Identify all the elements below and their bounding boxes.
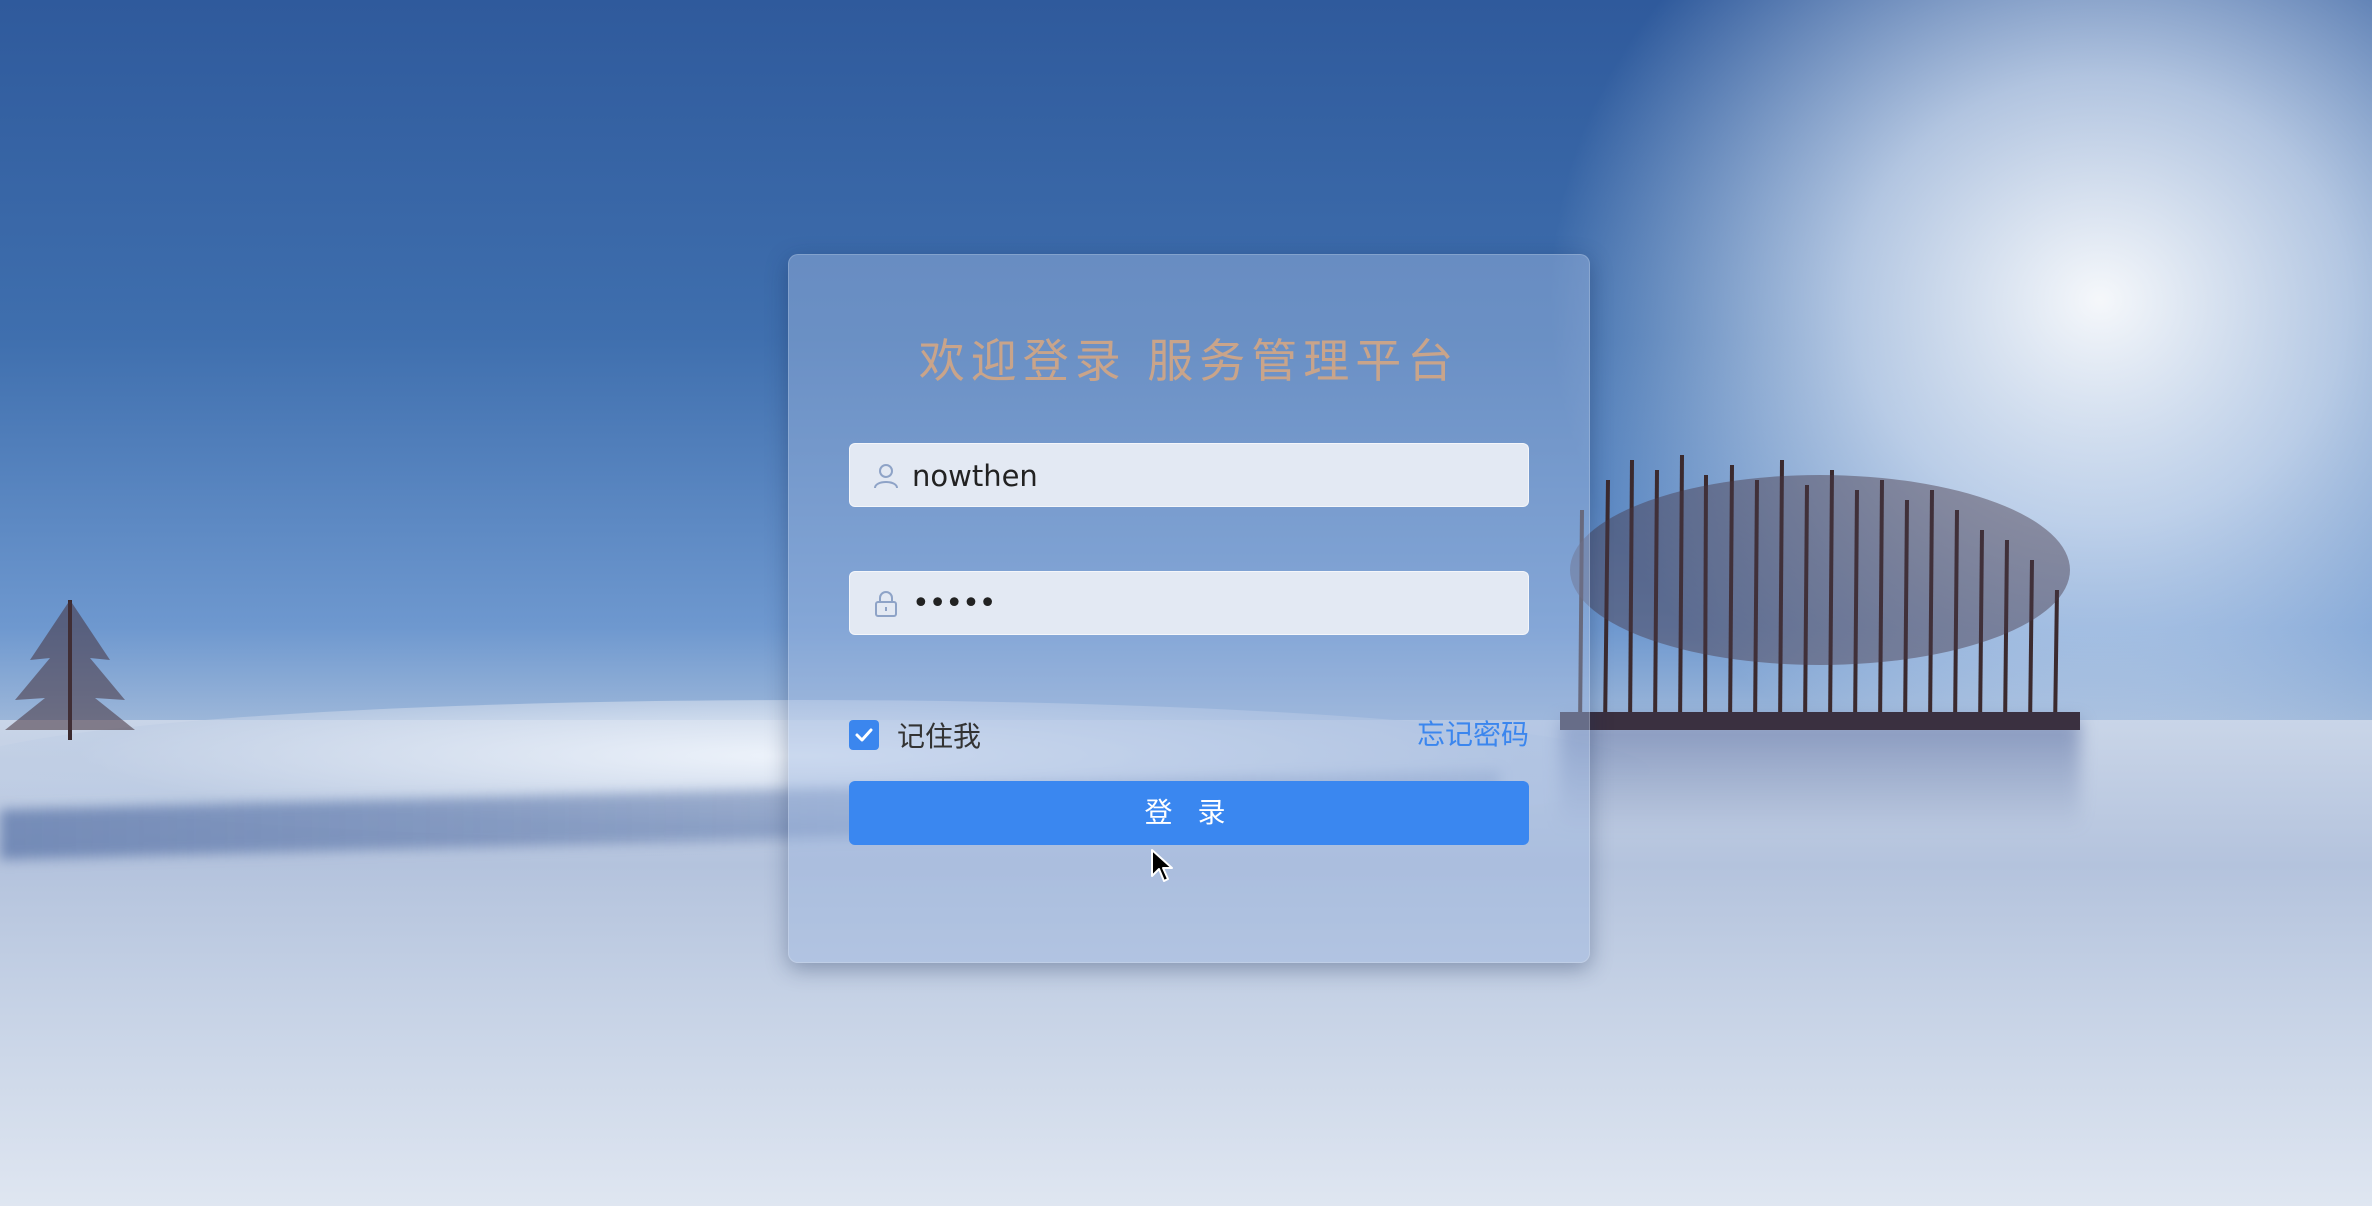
login-card: 欢迎登录 服务管理平台 nowthen ••••• 记住我 忘记密码 登 录 [788,254,1590,963]
password-field[interactable]: ••••• [849,571,1529,635]
username-value: nowthen [912,459,1038,493]
password-value: ••••• [912,586,996,621]
forgot-password-link[interactable]: 忘记密码 [1417,717,1529,753]
lone-tree-image [5,600,135,740]
tree-shadow [1560,720,2080,830]
mouse-cursor-icon [1151,849,1173,882]
lock-icon [875,591,897,617]
remember-me[interactable]: 记住我 [849,717,981,753]
login-title: 欢迎登录 服务管理平台 [918,334,1460,388]
login-button[interactable]: 登 录 [849,781,1529,845]
tree-grove-image [1560,454,2080,730]
username-field[interactable]: nowthen [849,443,1529,507]
remember-checkbox[interactable] [849,720,879,750]
remember-label: 记住我 [897,720,982,753]
user-icon [874,464,898,489]
check-icon [855,728,873,742]
